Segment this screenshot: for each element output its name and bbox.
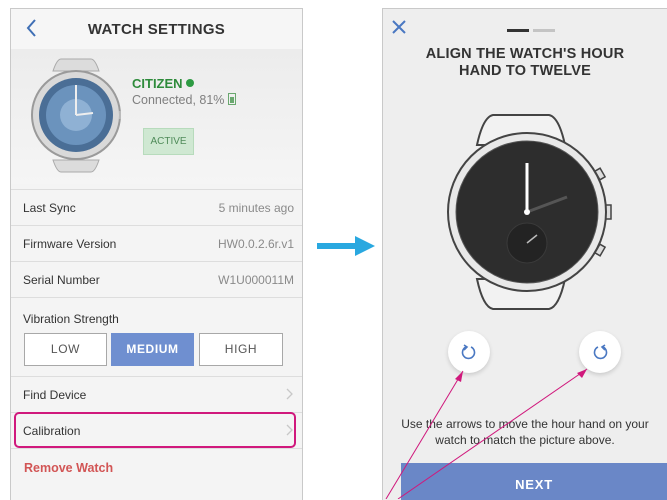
close-icon[interactable] <box>391 19 407 35</box>
rotate-right-icon <box>593 344 608 360</box>
chevron-right-icon <box>286 388 293 400</box>
remove-watch-button[interactable]: Remove Watch <box>24 461 113 475</box>
header: WATCH SETTINGS <box>11 9 302 49</box>
watch-summary: CITIZEN Connected, 81% ACTIVE <box>11 49 302 184</box>
vibration-medium-button[interactable]: MEDIUM <box>111 333 194 366</box>
vibration-low-button[interactable]: LOW <box>24 333 107 366</box>
battery-icon <box>228 93 237 105</box>
calibration-instructions: Use the arrows to move the hour hand on … <box>401 417 649 447</box>
row-label: Find Device <box>23 388 87 402</box>
row-value: 5 minutes ago <box>218 201 294 215</box>
row-value: W1U000011M <box>218 273 294 287</box>
row-label: Serial Number <box>23 273 100 287</box>
row-label: Firmware Version <box>23 237 117 251</box>
rotate-left-icon <box>461 344 476 360</box>
rotate-counterclockwise-button[interactable] <box>448 331 490 373</box>
row-label: Last Sync <box>23 201 76 215</box>
row-serial-number: Serial Number W1U000011M <box>11 261 302 298</box>
brand-name: CITIZEN <box>132 76 194 91</box>
connected-dot-icon <box>185 79 194 87</box>
transition-arrow-icon <box>317 236 375 256</box>
calibration-screen: ALIGN THE WATCH'S HOUR HAND TO TWELVE Us… <box>382 8 667 500</box>
step-indicator-active <box>507 29 529 32</box>
page-title: WATCH SETTINGS <box>87 21 226 38</box>
row-last-sync: Last Sync 5 minutes ago <box>11 189 302 226</box>
watch-face-icon <box>447 114 612 310</box>
calibration-highlight-box <box>14 412 296 448</box>
watch-image-icon <box>31 58 121 173</box>
vibration-high-button[interactable]: HIGH <box>199 333 283 366</box>
row-value: HW0.0.2.6r.v1 <box>217 237 294 251</box>
row-firmware-version: Firmware Version HW0.0.2.6r.v1 <box>11 225 302 262</box>
connection-status: Connected, 81% <box>132 93 237 107</box>
calibration-title: ALIGN THE WATCH'S HOUR HAND TO TWELVE <box>425 46 625 79</box>
vibration-label: Vibration Strength <box>23 312 119 326</box>
status-badge: ACTIVE <box>143 128 194 155</box>
next-button[interactable]: NEXT <box>401 463 667 500</box>
step-indicator-inactive <box>533 29 555 32</box>
rotate-clockwise-button[interactable] <box>579 331 621 373</box>
find-device-row[interactable]: Find Device <box>11 376 302 413</box>
